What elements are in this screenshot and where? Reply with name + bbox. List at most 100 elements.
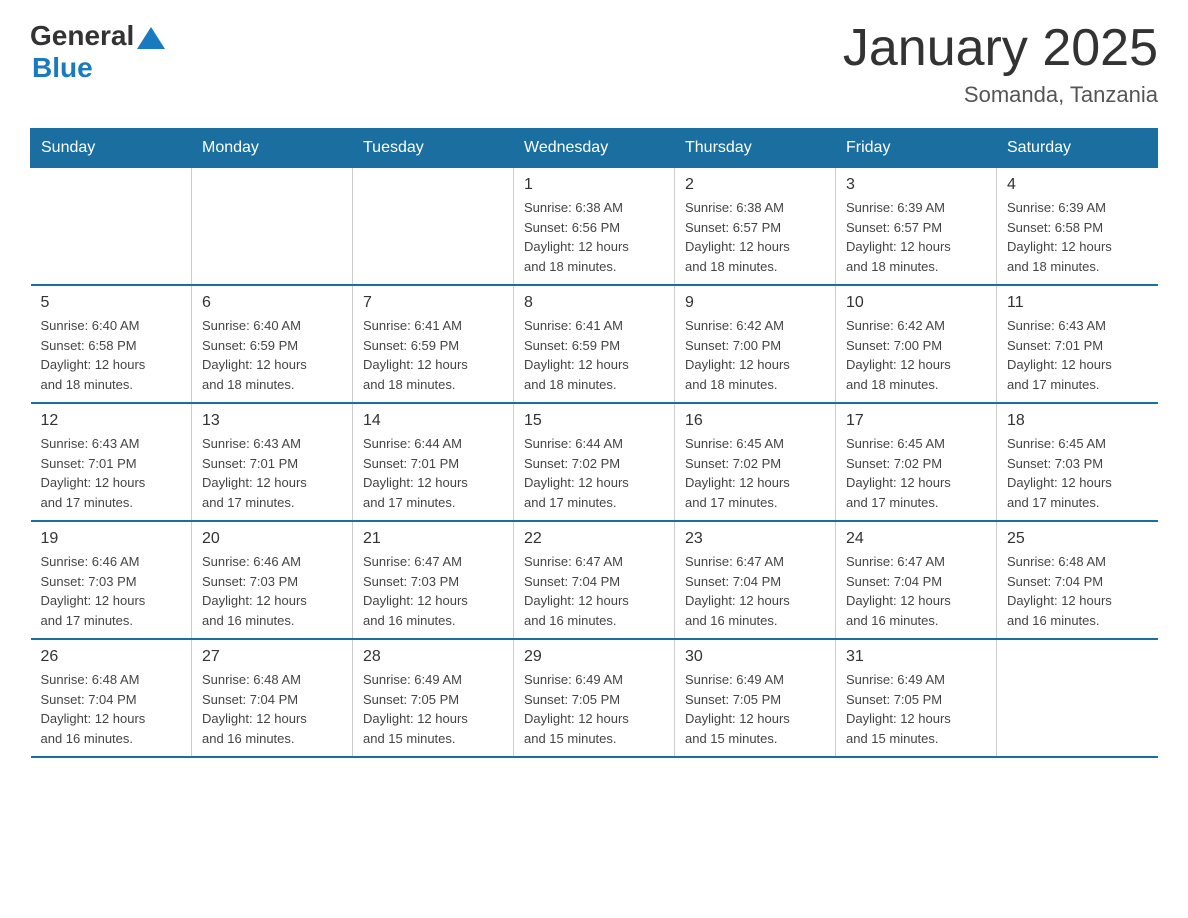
calendar-cell: 13 Sunrise: 6:43 AMSunset: 7:01 PMDayligh…	[192, 403, 353, 521]
day-number: 12	[41, 412, 182, 430]
day-number: 25	[1007, 530, 1148, 548]
day-number: 14	[363, 412, 503, 430]
day-number: 31	[846, 648, 986, 666]
day-header-thursday: Thursday	[675, 129, 836, 168]
day-info: Sunrise: 6:47 AMSunset: 7:03 PMDaylight:…	[363, 552, 503, 630]
day-info: Sunrise: 6:43 AMSunset: 7:01 PMDaylight:…	[202, 434, 342, 512]
day-info: Sunrise: 6:47 AMSunset: 7:04 PMDaylight:…	[685, 552, 825, 630]
day-info: Sunrise: 6:38 AMSunset: 6:57 PMDaylight:…	[685, 198, 825, 276]
day-info: Sunrise: 6:48 AMSunset: 7:04 PMDaylight:…	[1007, 552, 1148, 630]
calendar-cell: 3Sunrise: 6:39 AMSunset: 6:57 PMDaylight…	[836, 168, 997, 286]
day-info: Sunrise: 6:42 AMSunset: 7:00 PMDaylight:…	[846, 316, 986, 394]
calendar-week-row: 5 Sunrise: 6:40 AMSunset: 6:58 PMDaylight…	[31, 285, 1158, 403]
calendar-cell: 18 Sunrise: 6:45 AMSunset: 7:03 PMDayligh…	[997, 403, 1158, 521]
calendar-cell: 6 Sunrise: 6:40 AMSunset: 6:59 PMDaylight…	[192, 285, 353, 403]
day-number: 23	[685, 530, 825, 548]
calendar-header-row: SundayMondayTuesdayWednesdayThursdayFrid…	[31, 129, 1158, 168]
calendar-cell: 7 Sunrise: 6:41 AMSunset: 6:59 PMDaylight…	[353, 285, 514, 403]
day-number: 1	[524, 176, 664, 194]
day-info: Sunrise: 6:42 AMSunset: 7:00 PMDaylight:…	[685, 316, 825, 394]
calendar-cell: 4Sunrise: 6:39 AMSunset: 6:58 PMDaylight…	[997, 168, 1158, 286]
calendar-cell: 23 Sunrise: 6:47 AMSunset: 7:04 PMDayligh…	[675, 521, 836, 639]
calendar-cell: 14 Sunrise: 6:44 AMSunset: 7:01 PMDayligh…	[353, 403, 514, 521]
day-info: Sunrise: 6:45 AMSunset: 7:03 PMDaylight:…	[1007, 434, 1148, 512]
page-subtitle: Somanda, Tanzania	[843, 82, 1158, 108]
day-info: Sunrise: 6:48 AMSunset: 7:04 PMDaylight:…	[41, 670, 182, 748]
day-info: Sunrise: 6:49 AMSunset: 7:05 PMDaylight:…	[685, 670, 825, 748]
calendar-cell	[31, 168, 192, 286]
day-info: Sunrise: 6:45 AMSunset: 7:02 PMDaylight:…	[685, 434, 825, 512]
day-number: 3	[846, 176, 986, 194]
calendar-cell: 26 Sunrise: 6:48 AMSunset: 7:04 PMDayligh…	[31, 639, 192, 757]
day-number: 28	[363, 648, 503, 666]
day-info: Sunrise: 6:44 AMSunset: 7:02 PMDaylight:…	[524, 434, 664, 512]
calendar-cell: 27 Sunrise: 6:48 AMSunset: 7:04 PMDayligh…	[192, 639, 353, 757]
calendar-cell: 20 Sunrise: 6:46 AMSunset: 7:03 PMDayligh…	[192, 521, 353, 639]
day-number: 29	[524, 648, 664, 666]
calendar-week-row: 1 Sunrise: 6:38 AMSunset: 6:56 PMDaylight…	[31, 168, 1158, 286]
calendar-cell: 2 Sunrise: 6:38 AMSunset: 6:57 PMDaylight…	[675, 168, 836, 286]
calendar-cell: 16 Sunrise: 6:45 AMSunset: 7:02 PMDayligh…	[675, 403, 836, 521]
calendar-table: SundayMondayTuesdayWednesdayThursdayFrid…	[30, 128, 1158, 758]
day-number: 20	[202, 530, 342, 548]
calendar-cell	[997, 639, 1158, 757]
calendar-cell: 31 Sunrise: 6:49 AMSunset: 7:05 PMDayligh…	[836, 639, 997, 757]
day-info: Sunrise: 6:41 AMSunset: 6:59 PMDaylight:…	[363, 316, 503, 394]
day-number: 6	[202, 294, 342, 312]
day-info: Sunrise: 6:40 AMSunset: 6:58 PMDaylight:…	[41, 316, 182, 394]
calendar-week-row: 19 Sunrise: 6:46 AMSunset: 7:03 PMDayligh…	[31, 521, 1158, 639]
day-number: 8	[524, 294, 664, 312]
calendar-cell: 29 Sunrise: 6:49 AMSunset: 7:05 PMDayligh…	[514, 639, 675, 757]
day-header-tuesday: Tuesday	[353, 129, 514, 168]
day-number: 19	[41, 530, 182, 548]
day-number: 30	[685, 648, 825, 666]
day-info: Sunrise: 6:45 AMSunset: 7:02 PMDaylight:…	[846, 434, 986, 512]
logo-triangle-icon	[137, 27, 165, 49]
calendar-cell: 17 Sunrise: 6:45 AMSunset: 7:02 PMDayligh…	[836, 403, 997, 521]
day-info: Sunrise: 6:46 AMSunset: 7:03 PMDaylight:…	[41, 552, 182, 630]
day-info: Sunrise: 6:43 AMSunset: 7:01 PMDaylight:…	[1007, 316, 1148, 394]
day-number: 9	[685, 294, 825, 312]
day-info: Sunrise: 6:38 AMSunset: 6:56 PMDaylight:…	[524, 198, 664, 276]
day-number: 18	[1007, 412, 1148, 430]
logo: General Blue	[30, 20, 165, 84]
day-info: Sunrise: 6:40 AMSunset: 6:59 PMDaylight:…	[202, 316, 342, 394]
day-header-sunday: Sunday	[31, 129, 192, 168]
day-header-monday: Monday	[192, 129, 353, 168]
calendar-cell: 15 Sunrise: 6:44 AMSunset: 7:02 PMDayligh…	[514, 403, 675, 521]
calendar-cell	[353, 168, 514, 286]
page-title: January 2025	[843, 20, 1158, 77]
calendar-week-row: 12 Sunrise: 6:43 AMSunset: 7:01 PMDayligh…	[31, 403, 1158, 521]
day-info: Sunrise: 6:49 AMSunset: 7:05 PMDaylight:…	[524, 670, 664, 748]
day-number: 22	[524, 530, 664, 548]
day-info: Sunrise: 6:41 AMSunset: 6:59 PMDaylight:…	[524, 316, 664, 394]
day-number: 27	[202, 648, 342, 666]
calendar-cell: 22Sunrise: 6:47 AMSunset: 7:04 PMDayligh…	[514, 521, 675, 639]
logo-blue-text: Blue	[32, 52, 93, 84]
day-number: 5	[41, 294, 182, 312]
day-info: Sunrise: 6:44 AMSunset: 7:01 PMDaylight:…	[363, 434, 503, 512]
day-info: Sunrise: 6:43 AMSunset: 7:01 PMDaylight:…	[41, 434, 182, 512]
calendar-week-row: 26 Sunrise: 6:48 AMSunset: 7:04 PMDayligh…	[31, 639, 1158, 757]
calendar-cell: 24Sunrise: 6:47 AMSunset: 7:04 PMDayligh…	[836, 521, 997, 639]
day-header-wednesday: Wednesday	[514, 129, 675, 168]
day-info: Sunrise: 6:48 AMSunset: 7:04 PMDaylight:…	[202, 670, 342, 748]
calendar-cell: 1 Sunrise: 6:38 AMSunset: 6:56 PMDaylight…	[514, 168, 675, 286]
calendar-cell: 10 Sunrise: 6:42 AMSunset: 7:00 PMDayligh…	[836, 285, 997, 403]
day-info: Sunrise: 6:46 AMSunset: 7:03 PMDaylight:…	[202, 552, 342, 630]
day-number: 13	[202, 412, 342, 430]
day-number: 17	[846, 412, 986, 430]
calendar-cell: 8 Sunrise: 6:41 AMSunset: 6:59 PMDaylight…	[514, 285, 675, 403]
day-number: 7	[363, 294, 503, 312]
calendar-cell: 30 Sunrise: 6:49 AMSunset: 7:05 PMDayligh…	[675, 639, 836, 757]
day-info: Sunrise: 6:49 AMSunset: 7:05 PMDaylight:…	[846, 670, 986, 748]
day-number: 15	[524, 412, 664, 430]
calendar-cell: 9 Sunrise: 6:42 AMSunset: 7:00 PMDaylight…	[675, 285, 836, 403]
day-number: 16	[685, 412, 825, 430]
day-number: 26	[41, 648, 182, 666]
day-number: 2	[685, 176, 825, 194]
day-number: 21	[363, 530, 503, 548]
day-number: 10	[846, 294, 986, 312]
calendar-cell: 5 Sunrise: 6:40 AMSunset: 6:58 PMDaylight…	[31, 285, 192, 403]
day-header-saturday: Saturday	[997, 129, 1158, 168]
